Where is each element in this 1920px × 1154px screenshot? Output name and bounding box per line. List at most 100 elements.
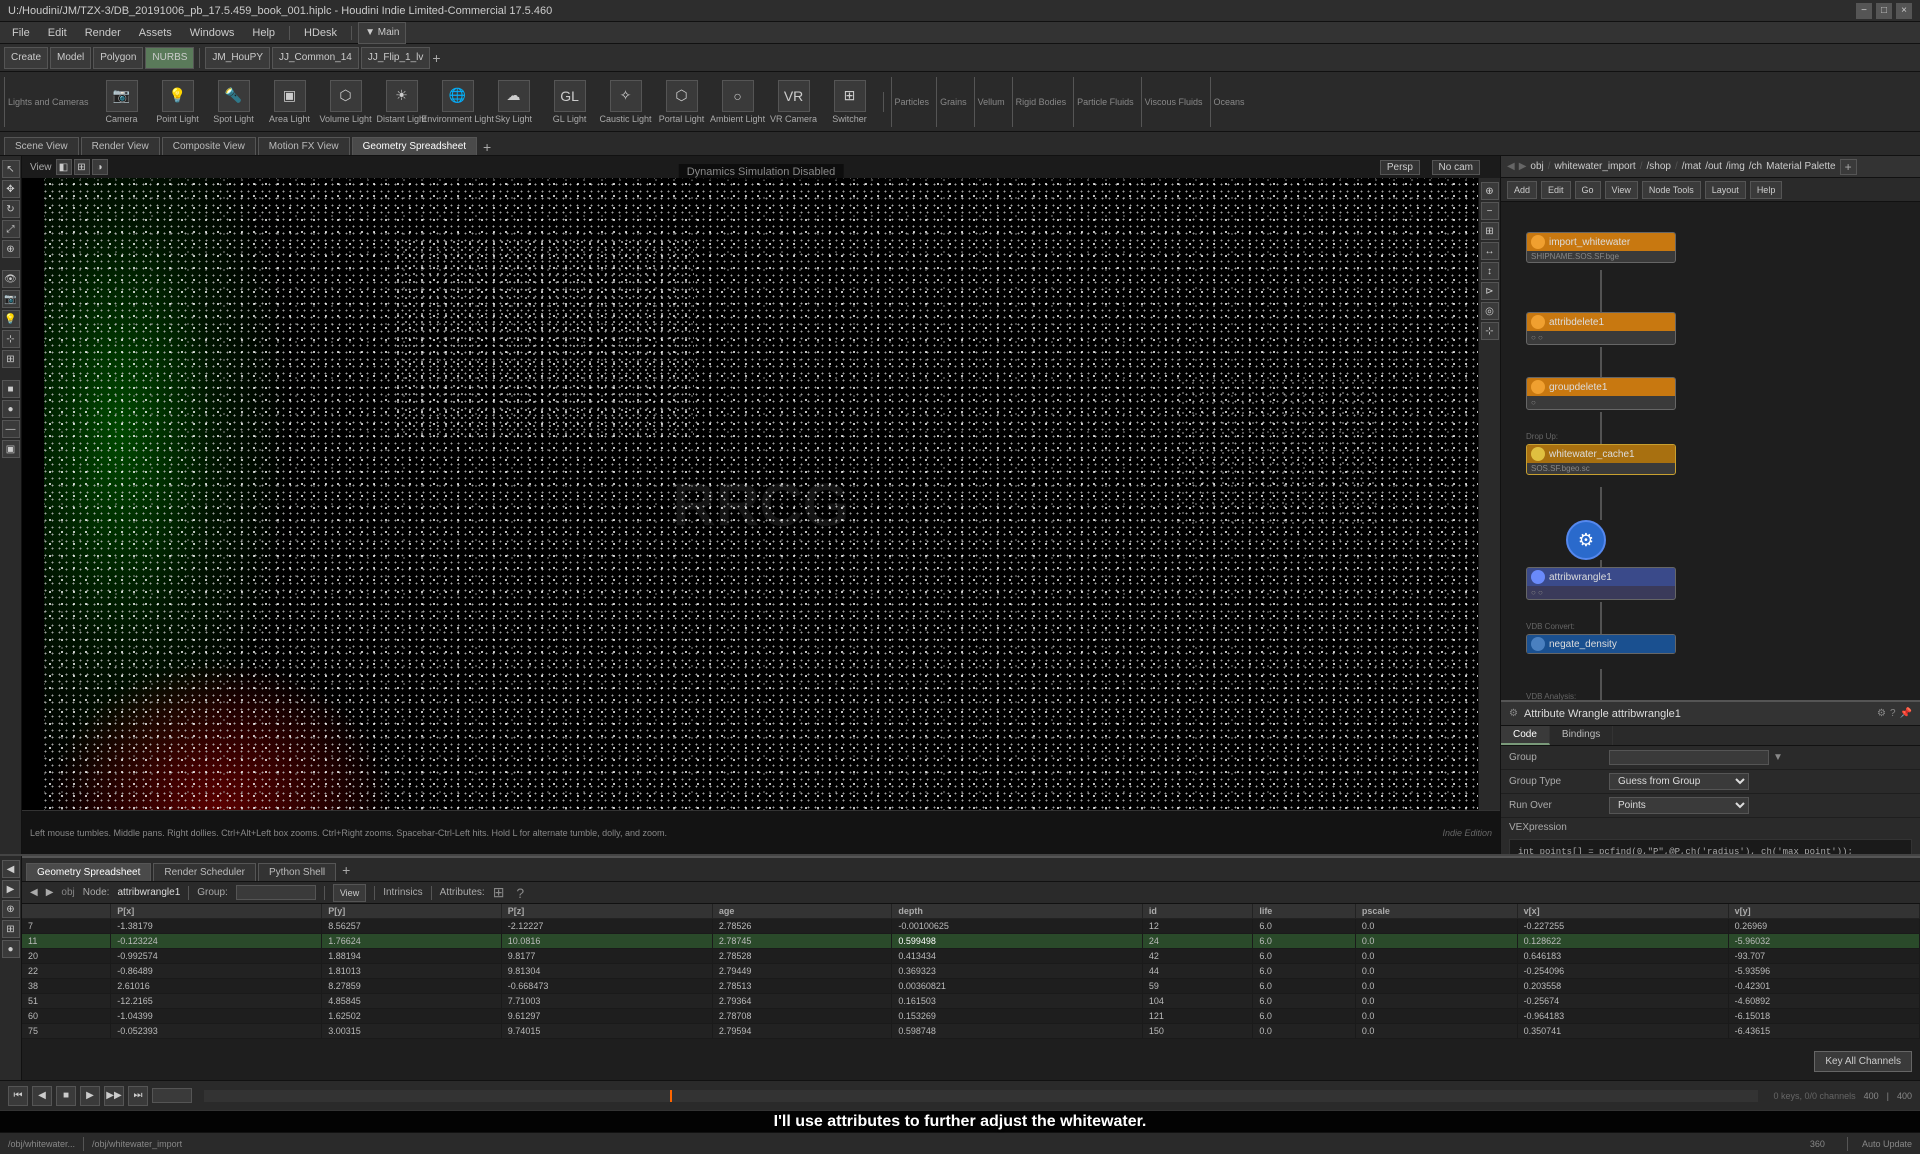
vr-camera-btn[interactable]: VR VR Camera: [768, 78, 820, 126]
polygon-btn[interactable]: Polygon: [93, 47, 143, 69]
ss-group-input[interactable]: [236, 885, 316, 900]
ss-attrs-icon[interactable]: ⊞: [493, 884, 505, 901]
props-pin-icon[interactable]: 📌: [1900, 708, 1912, 719]
lt-transform[interactable]: ✥: [2, 180, 20, 198]
add-pane-btn[interactable]: +: [1840, 159, 1857, 175]
rig-btn[interactable]: JM_HouPY: [205, 47, 270, 69]
lt-snap[interactable]: ⊹: [2, 330, 20, 348]
tl-play-btn[interactable]: ▶: [80, 1086, 100, 1106]
vp-control1[interactable]: ◧: [56, 159, 72, 175]
edit-node-btn[interactable]: Edit: [1541, 181, 1571, 199]
lt-face-sel[interactable]: ▣: [2, 440, 20, 458]
view-node-btn[interactable]: View: [1605, 181, 1638, 199]
tl-next-btn[interactable]: ▶▶: [104, 1086, 124, 1106]
lt-rotate[interactable]: ↻: [2, 200, 20, 218]
no-cam-button[interactable]: No cam: [1432, 160, 1480, 175]
area-light-btn[interactable]: ▣ Area Light: [264, 78, 316, 126]
col-header-vx[interactable]: v[x]: [1517, 904, 1728, 919]
frame-input[interactable]: 169: [152, 1088, 192, 1103]
add-tab-btn[interactable]: +: [479, 139, 495, 155]
flip-btn[interactable]: JJ_Flip_1_lv: [361, 47, 431, 69]
col-header-id[interactable]: id: [1142, 904, 1252, 919]
path-shop[interactable]: /shop: [1646, 161, 1670, 172]
tl-start-btn[interactable]: ⏮: [8, 1086, 28, 1106]
lt-light[interactable]: 💡: [2, 310, 20, 328]
menu-hdesk[interactable]: HDesk: [296, 25, 345, 41]
ss-tab-geospreadsheet[interactable]: Geometry Spreadsheet: [26, 863, 151, 881]
lt-scale[interactable]: ⤢: [2, 220, 20, 238]
col-header-depth[interactable]: depth: [892, 904, 1142, 919]
ss-lt1[interactable]: ◀: [2, 860, 20, 878]
node-import-whitewater[interactable]: import_whitewater SHIPNAME.SOS.SF.bge: [1526, 232, 1676, 263]
menu-help[interactable]: Help: [244, 25, 283, 41]
ss-lt3[interactable]: ⊕: [2, 900, 20, 918]
ss-nav-back[interactable]: ◀: [30, 887, 38, 898]
key-all-channels-button[interactable]: Key All Channels: [1814, 1051, 1912, 1072]
tab-render-view[interactable]: Render View: [81, 137, 160, 155]
path-out[interactable]: /out: [1705, 161, 1722, 172]
layout-btn[interactable]: Layout: [1705, 181, 1746, 199]
tab-geometry-spreadsheet[interactable]: Geometry Spreadsheet: [352, 137, 477, 155]
ss-help-icon[interactable]: ?: [516, 885, 524, 901]
lt-handle[interactable]: ⊕: [2, 240, 20, 258]
col-header-py[interactable]: P[y]: [322, 904, 502, 919]
back-btn[interactable]: ◀: [1507, 161, 1515, 172]
timeline-track[interactable]: [204, 1090, 1758, 1102]
ss-nav-fwd[interactable]: ▶: [46, 887, 54, 898]
path-ch[interactable]: /ch: [1749, 161, 1762, 172]
maximize-button[interactable]: □: [1876, 3, 1892, 19]
lt-view[interactable]: 👁: [2, 270, 20, 288]
sky-light-btn[interactable]: ☁ Sky Light: [488, 78, 540, 126]
node-attribwrangle[interactable]: attribwrangle1 ○ ○: [1526, 567, 1676, 600]
volume-light-btn[interactable]: ⬡ Volume Light: [320, 78, 372, 126]
vrt-5[interactable]: ↕: [1481, 262, 1499, 280]
node-attribdelete[interactable]: attribdelete1 ○ ○: [1526, 312, 1676, 345]
minimize-button[interactable]: −: [1856, 3, 1872, 19]
add-node-btn[interactable]: Add: [1507, 181, 1537, 199]
close-button[interactable]: ×: [1896, 3, 1912, 19]
menu-windows[interactable]: Windows: [182, 25, 243, 41]
ss-lt2[interactable]: ▶: [2, 880, 20, 898]
ss-lt4[interactable]: ⊞: [2, 920, 20, 938]
props-grouptype-select[interactable]: Guess from Group Points Primitives: [1609, 773, 1749, 790]
lt-select[interactable]: ↖: [2, 160, 20, 178]
ss-add-tab[interactable]: +: [338, 862, 354, 878]
vrt-7[interactable]: ◎: [1481, 302, 1499, 320]
node-ww-cache[interactable]: whitewater_cache1 SOS.SF.bgeo.sc: [1526, 444, 1676, 475]
portal-light-btn[interactable]: ⬡ Portal Light: [656, 78, 708, 126]
props-help-icon[interactable]: ?: [1890, 708, 1896, 719]
col-header-age[interactable]: age: [712, 904, 892, 919]
col-header-vy[interactable]: v[y]: [1728, 904, 1919, 919]
create-btn[interactable]: Create: [4, 47, 48, 69]
vrt-1[interactable]: ⊕: [1481, 182, 1499, 200]
lt-sel-mode[interactable]: ■: [2, 380, 20, 398]
tl-stop-btn[interactable]: ■: [56, 1086, 76, 1106]
node-groupdelete[interactable]: groupdelete1 ○: [1526, 377, 1676, 410]
caustic-light-btn[interactable]: ✧ Caustic Light: [600, 78, 652, 126]
ambient-light-btn[interactable]: ○ Ambient Light: [712, 78, 764, 126]
lt-grid[interactable]: ⊞: [2, 350, 20, 368]
ss-tab-renderscheduler[interactable]: Render Scheduler: [153, 863, 256, 881]
col-header-px[interactable]: P[x]: [111, 904, 322, 919]
tl-prev-btn[interactable]: ◀: [32, 1086, 52, 1106]
menu-assets[interactable]: Assets: [131, 25, 180, 41]
vrt-2[interactable]: −: [1481, 202, 1499, 220]
path-obj[interactable]: obj: [1530, 161, 1543, 172]
gl-light-btn[interactable]: GL GL Light: [544, 78, 596, 126]
menu-file[interactable]: File: [4, 25, 38, 41]
nurbs-btn[interactable]: NURBS: [145, 47, 194, 69]
lt-pt-sel[interactable]: ●: [2, 400, 20, 418]
vp-control2[interactable]: ⊞: [74, 159, 90, 175]
ss-lt5[interactable]: ●: [2, 940, 20, 958]
camera-btn[interactable]: 📷 Camera: [96, 78, 148, 126]
vrt-6[interactable]: ⊳: [1481, 282, 1499, 300]
tab-composite-view[interactable]: Composite View: [162, 137, 256, 155]
path-mat[interactable]: /mat: [1682, 161, 1701, 172]
env-light-btn[interactable]: 🌐 Environment Light: [432, 78, 484, 126]
model-btn[interactable]: Model: [50, 47, 91, 69]
menu-edit[interactable]: Edit: [40, 25, 75, 41]
help-node-btn[interactable]: Help: [1750, 181, 1783, 199]
main-dropdown[interactable]: ▼ Main: [358, 22, 406, 44]
tb-plus[interactable]: +: [432, 50, 440, 66]
go-node-btn[interactable]: Go: [1575, 181, 1601, 199]
